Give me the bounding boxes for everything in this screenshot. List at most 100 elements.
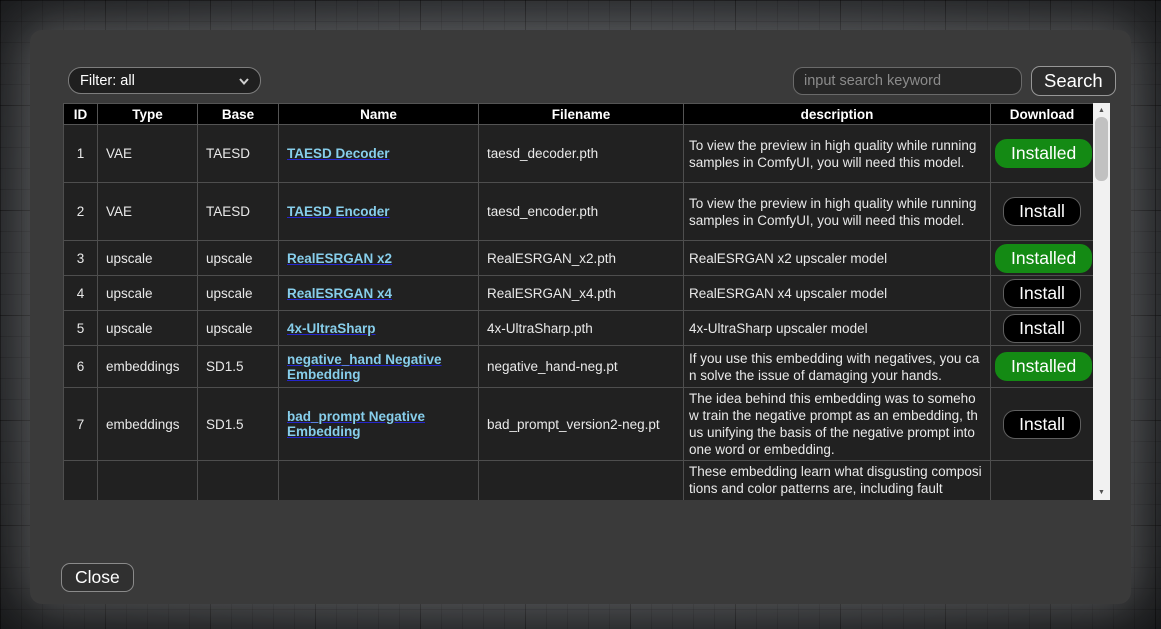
cell-base <box>198 461 279 501</box>
cell-base: TAESD <box>198 183 279 241</box>
cell-id: 5 <box>64 311 98 346</box>
cell-id: 2 <box>64 183 98 241</box>
scrollbar-down-icon[interactable]: ▼ <box>1093 485 1110 500</box>
model-name-link[interactable]: 4x-UltraSharp <box>287 321 376 336</box>
scrollbar-thumb[interactable] <box>1095 117 1108 181</box>
download-button[interactable]: Install <box>1003 314 1081 343</box>
table-row: 2 VAE TAESD TAESD Encoder taesd_encoder.… <box>64 183 1094 241</box>
close-button[interactable]: Close <box>61 563 134 592</box>
model-name-link[interactable]: RealESRGAN x2 <box>287 251 392 266</box>
model-table-container: ID Type Base Name Filename description D… <box>63 103 1110 500</box>
cell-name <box>279 461 479 501</box>
header-name: Name <box>279 104 479 125</box>
model-name-link[interactable]: bad_prompt Negative Embedding <box>287 409 425 439</box>
cell-name: 4x-UltraSharp <box>279 311 479 346</box>
cell-filename: taesd_encoder.pth <box>479 183 684 241</box>
model-manager-dialog: Filter: all Search ID Type Base Name Fil… <box>30 30 1131 604</box>
download-button[interactable]: Installed <box>995 244 1092 273</box>
cell-description: To view the preview in high quality whil… <box>684 183 991 241</box>
cell-id: 7 <box>64 388 98 461</box>
cell-description: RealESRGAN x2 upscaler model <box>684 241 991 276</box>
cell-type: embeddings <box>98 388 198 461</box>
cell-base: upscale <box>198 311 279 346</box>
download-button[interactable]: Installed <box>995 352 1092 381</box>
cell-description: RealESRGAN x4 upscaler model <box>684 276 991 311</box>
cell-description: 4x-UltraSharp upscaler model <box>684 311 991 346</box>
cell-download <box>991 461 1094 501</box>
model-table-body: 1 VAE TAESD TAESD Decoder taesd_decoder.… <box>64 125 1094 501</box>
cell-id: 3 <box>64 241 98 276</box>
cell-type: upscale <box>98 311 198 346</box>
cell-id: 1 <box>64 125 98 183</box>
cell-name: RealESRGAN x2 <box>279 241 479 276</box>
header-description: description <box>684 104 991 125</box>
cell-description: To view the preview in high quality whil… <box>684 125 991 183</box>
download-button[interactable]: Install <box>1003 197 1081 226</box>
header-id: ID <box>64 104 98 125</box>
cell-name: TAESD Encoder <box>279 183 479 241</box>
cell-filename: taesd_decoder.pth <box>479 125 684 183</box>
header-base: Base <box>198 104 279 125</box>
cell-name: RealESRGAN x4 <box>279 276 479 311</box>
table-row: 7 embeddings SD1.5 bad_prompt Negative E… <box>64 388 1094 461</box>
cell-type <box>98 461 198 501</box>
cell-download: Installed <box>991 241 1094 276</box>
cell-download: Installed <box>991 346 1094 388</box>
cell-base: upscale <box>198 276 279 311</box>
model-name-link[interactable]: RealESRGAN x4 <box>287 286 392 301</box>
cell-download: Install <box>991 311 1094 346</box>
scrollbar-up-icon[interactable]: ▲ <box>1093 103 1110 118</box>
download-button[interactable]: Installed <box>995 139 1092 168</box>
cell-download: Install <box>991 388 1094 461</box>
download-button[interactable]: Install <box>1003 410 1081 439</box>
model-name-link[interactable]: negative_hand Negative Embedding <box>287 352 442 382</box>
cell-id: 6 <box>64 346 98 388</box>
cell-base: TAESD <box>198 125 279 183</box>
table-row: 6 embeddings SD1.5 negative_hand Negativ… <box>64 346 1094 388</box>
filter-select[interactable]: Filter: all <box>68 67 261 94</box>
cell-type: upscale <box>98 241 198 276</box>
table-row: 3 upscale upscale RealESRGAN x2 RealESRG… <box>64 241 1094 276</box>
search-input[interactable] <box>793 67 1022 95</box>
cell-id: 4 <box>64 276 98 311</box>
cell-name: bad_prompt Negative Embedding <box>279 388 479 461</box>
model-name-link[interactable]: TAESD Encoder <box>287 204 390 219</box>
cell-description: The idea behind this embedding was to so… <box>684 388 991 461</box>
cell-filename: 4x-UltraSharp.pth <box>479 311 684 346</box>
cell-filename <box>479 461 684 501</box>
table-row: 5 upscale upscale 4x-UltraSharp 4x-Ultra… <box>64 311 1094 346</box>
filter-select-value: Filter: all <box>80 73 238 89</box>
cell-filename: RealESRGAN_x4.pth <box>479 276 684 311</box>
cell-type: embeddings <box>98 346 198 388</box>
cell-download: Installed <box>991 125 1094 183</box>
model-table: ID Type Base Name Filename description D… <box>63 103 1094 500</box>
cell-filename: RealESRGAN_x2.pth <box>479 241 684 276</box>
cell-description: These embedding learn what disgusting co… <box>684 461 991 501</box>
download-button[interactable]: Install <box>1003 279 1081 308</box>
table-row: 4 upscale upscale RealESRGAN x4 RealESRG… <box>64 276 1094 311</box>
cell-id <box>64 461 98 501</box>
cell-download: Install <box>991 276 1094 311</box>
cell-base: upscale <box>198 241 279 276</box>
model-name-link[interactable]: TAESD Decoder <box>287 146 390 161</box>
cell-type: VAE <box>98 183 198 241</box>
table-row: 1 VAE TAESD TAESD Decoder taesd_decoder.… <box>64 125 1094 183</box>
cell-type: VAE <box>98 125 198 183</box>
cell-name: negative_hand Negative Embedding <box>279 346 479 388</box>
search-button[interactable]: Search <box>1031 66 1116 96</box>
table-header-row: ID Type Base Name Filename description D… <box>64 104 1094 125</box>
cell-name: TAESD Decoder <box>279 125 479 183</box>
cell-type: upscale <box>98 276 198 311</box>
table-row: These embedding learn what disgusting co… <box>64 461 1094 501</box>
header-type: Type <box>98 104 198 125</box>
cell-filename: negative_hand-neg.pt <box>479 346 684 388</box>
chevron-down-icon <box>238 75 250 87</box>
vertical-scrollbar[interactable]: ▲ ▼ <box>1093 103 1110 500</box>
cell-download: Install <box>991 183 1094 241</box>
cell-filename: bad_prompt_version2-neg.pt <box>479 388 684 461</box>
header-download: Download <box>991 104 1094 125</box>
cell-base: SD1.5 <box>198 346 279 388</box>
cell-description: If you use this embedding with negatives… <box>684 346 991 388</box>
header-filename: Filename <box>479 104 684 125</box>
cell-base: SD1.5 <box>198 388 279 461</box>
